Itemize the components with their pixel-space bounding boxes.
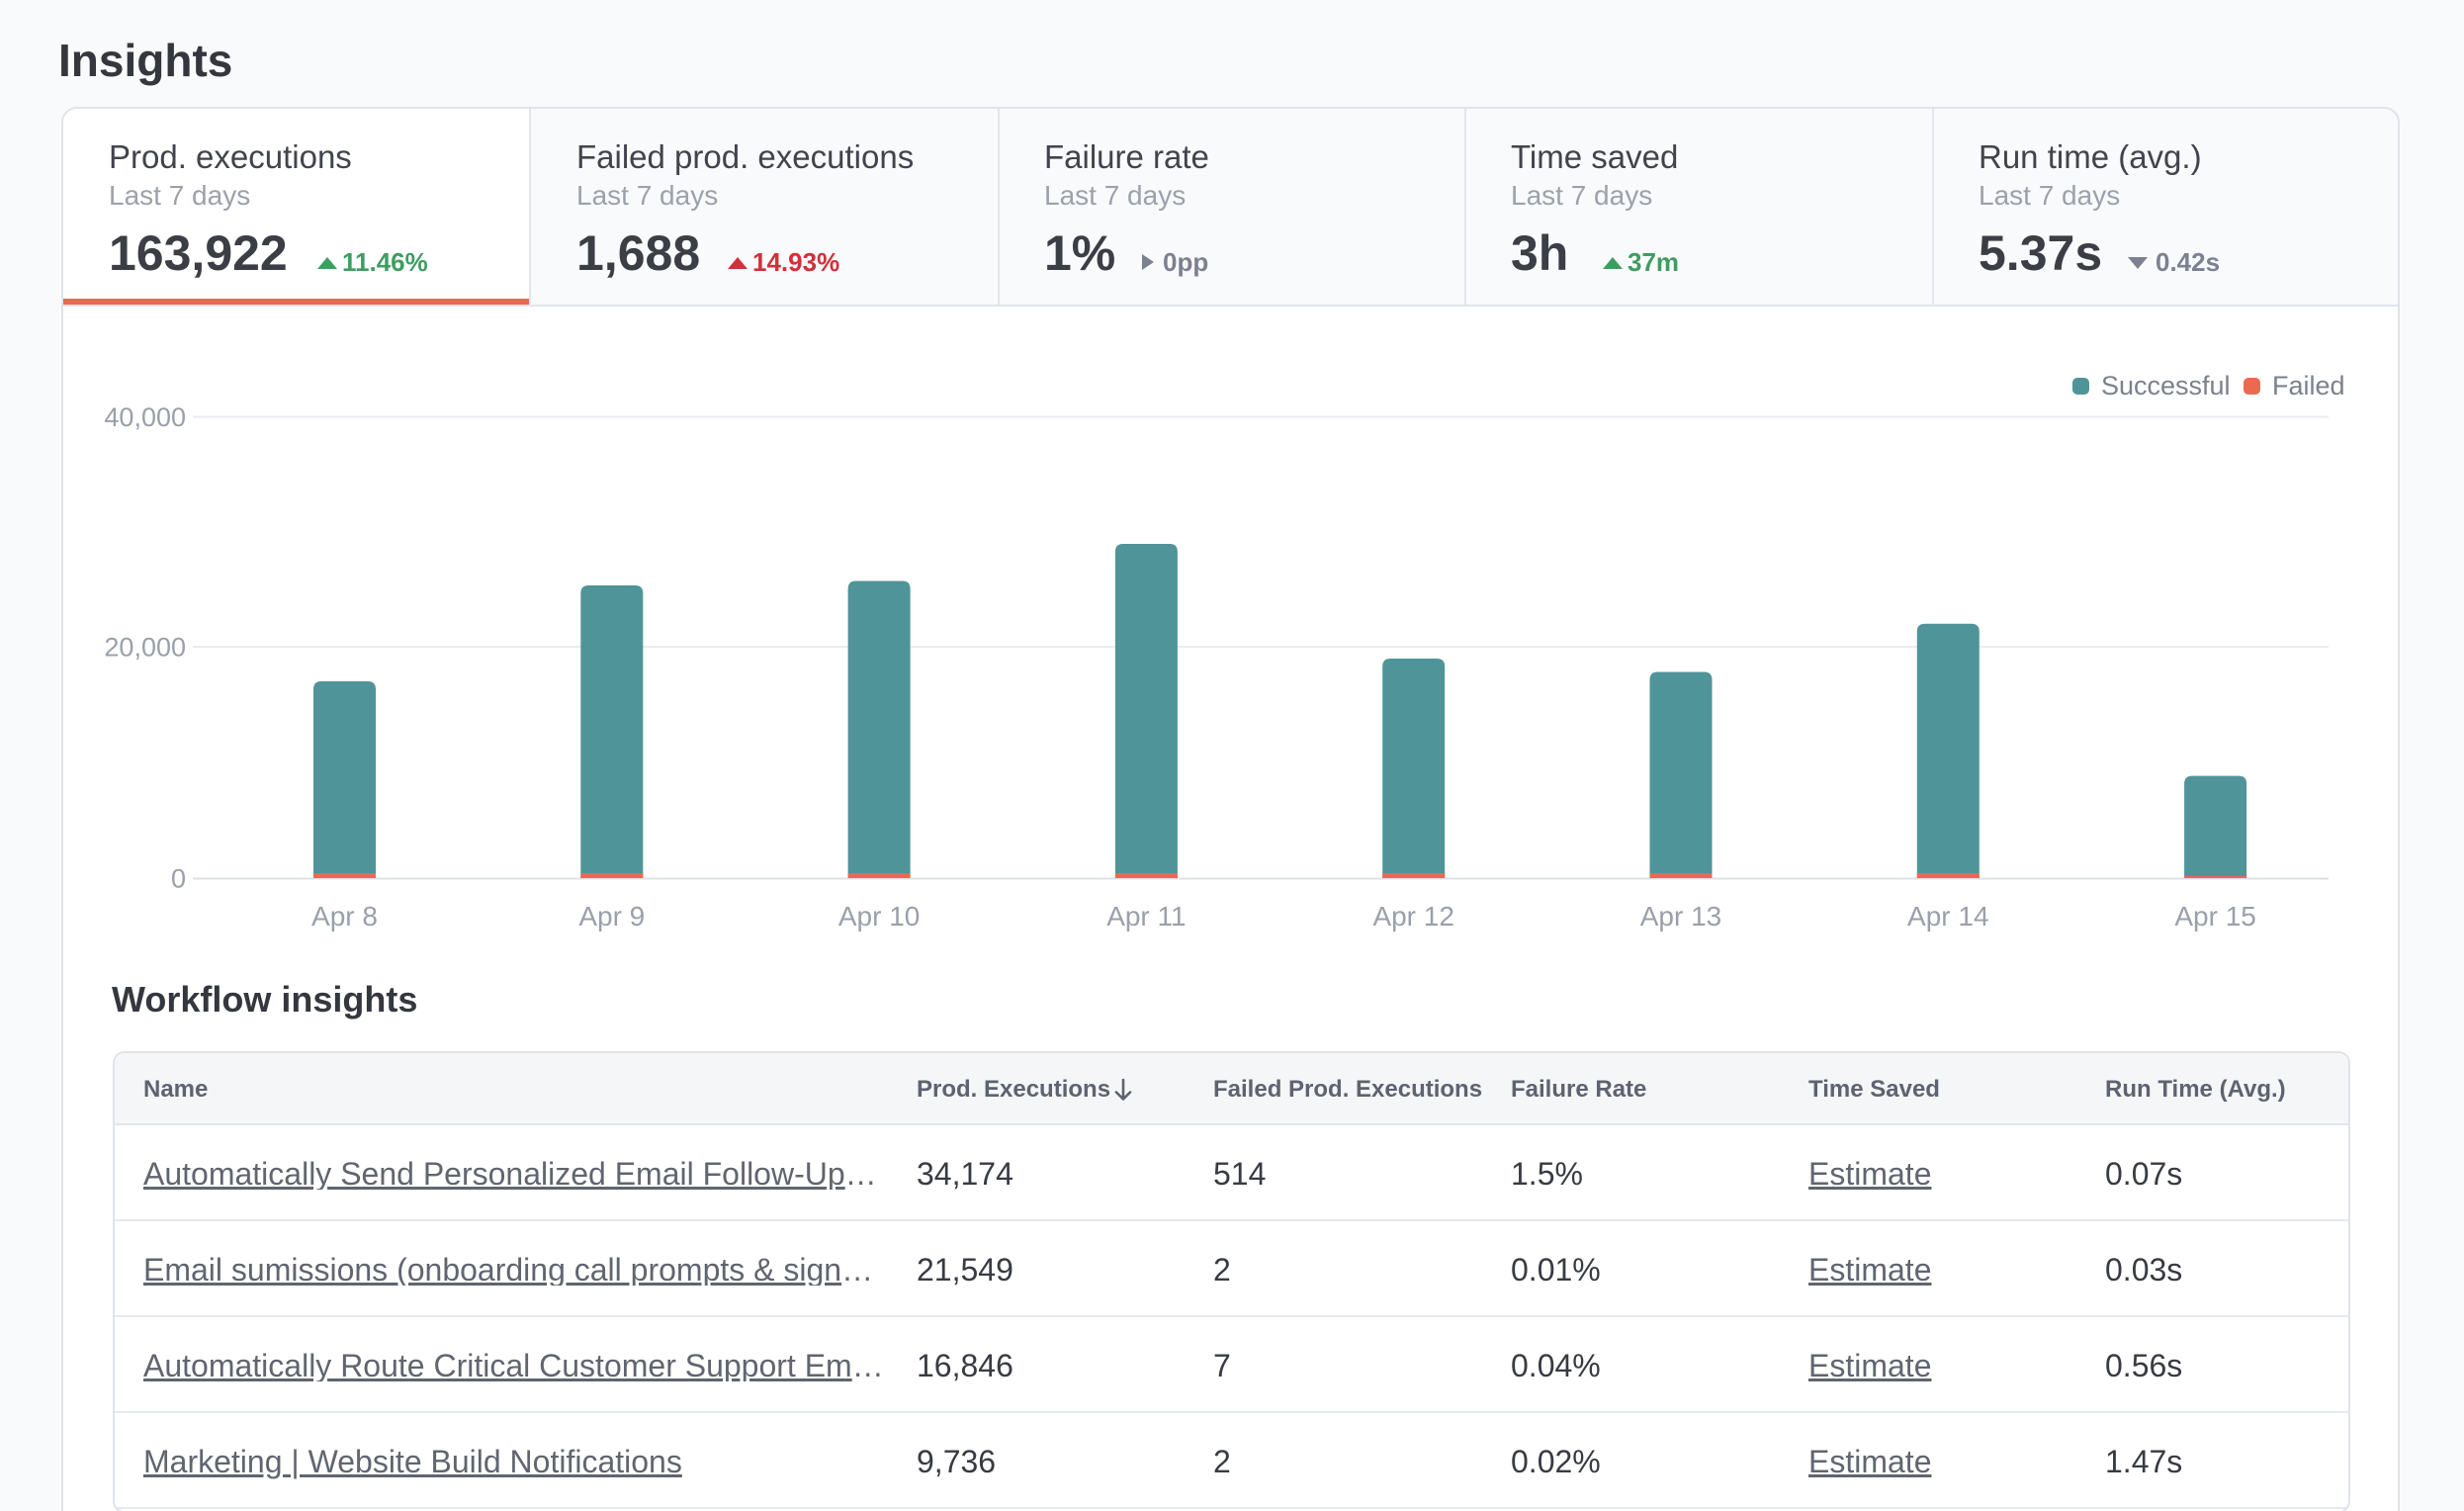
svg-text:Successful: Successful — [2101, 371, 2231, 400]
svg-text:Apr 8: Apr 8 — [311, 901, 378, 932]
svg-text:Apr 9: Apr 9 — [578, 901, 645, 932]
svg-text:Apr 11: Apr 11 — [1106, 901, 1186, 932]
svg-text:Apr 14: Apr 14 — [1907, 901, 1989, 932]
svg-text:Apr 10: Apr 10 — [838, 901, 921, 932]
svg-text:Failed: Failed — [2272, 371, 2345, 400]
svg-text:40,000: 40,000 — [104, 402, 186, 432]
svg-text:Apr 15: Apr 15 — [2174, 901, 2256, 932]
svg-text:20,000: 20,000 — [104, 633, 186, 663]
svg-text:Apr 12: Apr 12 — [1372, 901, 1454, 932]
svg-text:Apr 13: Apr 13 — [1640, 901, 1722, 932]
svg-text:0: 0 — [171, 864, 186, 894]
